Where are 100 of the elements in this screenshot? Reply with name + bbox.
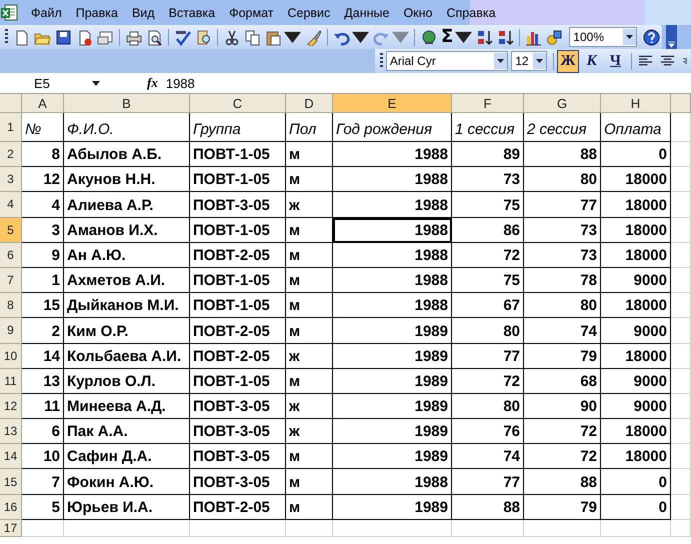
row-header[interactable]: 7: [0, 268, 22, 294]
menu-item[interactable]: Справка: [440, 6, 503, 20]
table-cell: ПОВТ-2-05: [190, 242, 286, 268]
column-header[interactable]: G: [524, 94, 601, 113]
row-header[interactable]: 9: [0, 318, 22, 344]
table-cell: [671, 344, 691, 369]
row-header[interactable]: 17: [0, 520, 22, 537]
menu-item[interactable]: Окно: [396, 6, 440, 20]
spreadsheet-app-icon[interactable]: [0, 4, 18, 22]
menu-item[interactable]: Данные: [337, 6, 396, 20]
autosum-button[interactable]: Σ: [439, 26, 474, 48]
table-cell: [452, 520, 524, 537]
table-cell: 75: [452, 192, 524, 218]
table-cell: 1989: [333, 494, 452, 520]
help-icon[interactable]: [643, 28, 660, 46]
align-center-icon[interactable]: [661, 54, 676, 68]
table-cell: Ахметов А.И.: [64, 268, 190, 294]
table-cell: ПОВТ-1-05: [190, 142, 286, 168]
row-header[interactable]: 16: [0, 494, 22, 520]
table-cell: 10: [22, 444, 64, 470]
formula-field[interactable]: 1988: [166, 76, 195, 90]
table-cell: Сафин Д.А.: [64, 444, 190, 470]
table-cell: 77: [452, 469, 524, 495]
table-cell: 9000: [601, 268, 671, 294]
table-cell: 5: [22, 494, 64, 520]
table-cell: [671, 469, 691, 495]
table-cell: [671, 444, 691, 470]
menu-item[interactable]: Вид: [124, 6, 162, 20]
italic-button[interactable]: К: [580, 50, 603, 72]
table-cell: ПОВТ-2-05: [190, 318, 286, 344]
menu-item[interactable]: Правка: [68, 6, 125, 20]
row-header[interactable]: 6: [0, 242, 22, 268]
table-cell: 9000: [601, 368, 671, 394]
row-header[interactable]: 4: [0, 192, 22, 218]
table-cell: ПОВТ-3-05: [190, 419, 286, 444]
row-header[interactable]: 15: [0, 469, 22, 495]
row-header[interactable]: 1: [0, 113, 22, 142]
dropdown-arrow-icon: [626, 35, 634, 39]
column-header[interactable]: C: [190, 94, 286, 113]
dropdown-arrow-icon[interactable]: [92, 80, 100, 86]
table-cell: 77: [524, 192, 601, 218]
table-cell: Группа: [190, 113, 286, 142]
table-cell: 13: [22, 368, 64, 394]
row-header[interactable]: 14: [0, 444, 22, 470]
copy-icon: [244, 28, 261, 46]
table-cell: 2 сессия: [524, 113, 601, 142]
row-header[interactable]: 2: [0, 142, 22, 168]
table-cell: 80: [524, 293, 601, 318]
table-cell: ПОВТ-1-05: [190, 167, 286, 192]
column-header[interactable]: D: [286, 94, 333, 113]
column-header[interactable]: A: [22, 94, 64, 113]
column-header[interactable]: E: [333, 94, 452, 113]
row-header[interactable]: 3: [0, 167, 22, 192]
row-header[interactable]: 12: [0, 394, 22, 420]
drawing-shapes-icon: [546, 28, 564, 46]
align-left-icon[interactable]: [639, 54, 654, 68]
table-cell: Кольбаева А.И.: [64, 344, 190, 369]
table-cell: ж: [286, 192, 333, 218]
table-cell: 1988: [333, 469, 452, 495]
dropdown-arrow-icon: [536, 59, 544, 63]
table-cell: Год рождения: [333, 113, 452, 142]
table-cell: 67: [452, 293, 524, 318]
menu-item[interactable]: Сервис: [280, 6, 338, 20]
table-cell: 9000: [601, 318, 671, 344]
table-cell: ПОВТ-1-05: [190, 293, 286, 318]
row-header[interactable]: 11: [0, 368, 22, 394]
menu-item[interactable]: Формат: [222, 6, 280, 20]
column-header[interactable]: F: [452, 94, 524, 113]
table-cell: 90: [524, 394, 601, 420]
row-header[interactable]: 5: [0, 218, 22, 243]
table-cell: 1988: [333, 218, 452, 243]
column-header[interactable]: B: [64, 94, 190, 113]
column-header[interactable]: H: [601, 94, 671, 113]
table-cell: 88: [452, 494, 524, 520]
zoom-combo[interactable]: 100%: [569, 27, 638, 47]
row-header[interactable]: 10: [0, 344, 22, 369]
font-size-combo[interactable]: 12: [511, 51, 548, 71]
underline-button[interactable]: Ч: [604, 50, 626, 72]
table-cell: Юрьев И.А.: [64, 494, 190, 520]
menu-item[interactable]: Вставка: [162, 6, 222, 20]
font-combo[interactable]: Arial Cyr: [386, 51, 508, 71]
row-header[interactable]: 13: [0, 419, 22, 444]
table-cell: №: [22, 113, 64, 142]
table-cell: 86: [452, 218, 524, 243]
table-cell: 8: [22, 142, 64, 168]
table-cell: 1988: [333, 268, 452, 294]
table-cell: Минеева А.Д.: [64, 394, 190, 420]
table-cell: 1989: [333, 318, 452, 344]
table-cell: 80: [452, 394, 524, 420]
function-label[interactable]: fx: [147, 75, 158, 91]
row-header[interactable]: 8: [0, 293, 22, 318]
table-cell: ПОВТ-1-05: [190, 368, 286, 394]
menu-item[interactable]: Файл: [24, 6, 69, 20]
name-box[interactable]: E5: [0, 74, 86, 92]
table-cell: 1989: [333, 394, 452, 420]
table-cell: 1988: [333, 142, 452, 168]
table-cell: 68: [524, 368, 601, 394]
bold-button[interactable]: Ж: [557, 50, 579, 72]
print-preview-icon: [146, 28, 163, 46]
table-cell: м: [286, 218, 333, 243]
